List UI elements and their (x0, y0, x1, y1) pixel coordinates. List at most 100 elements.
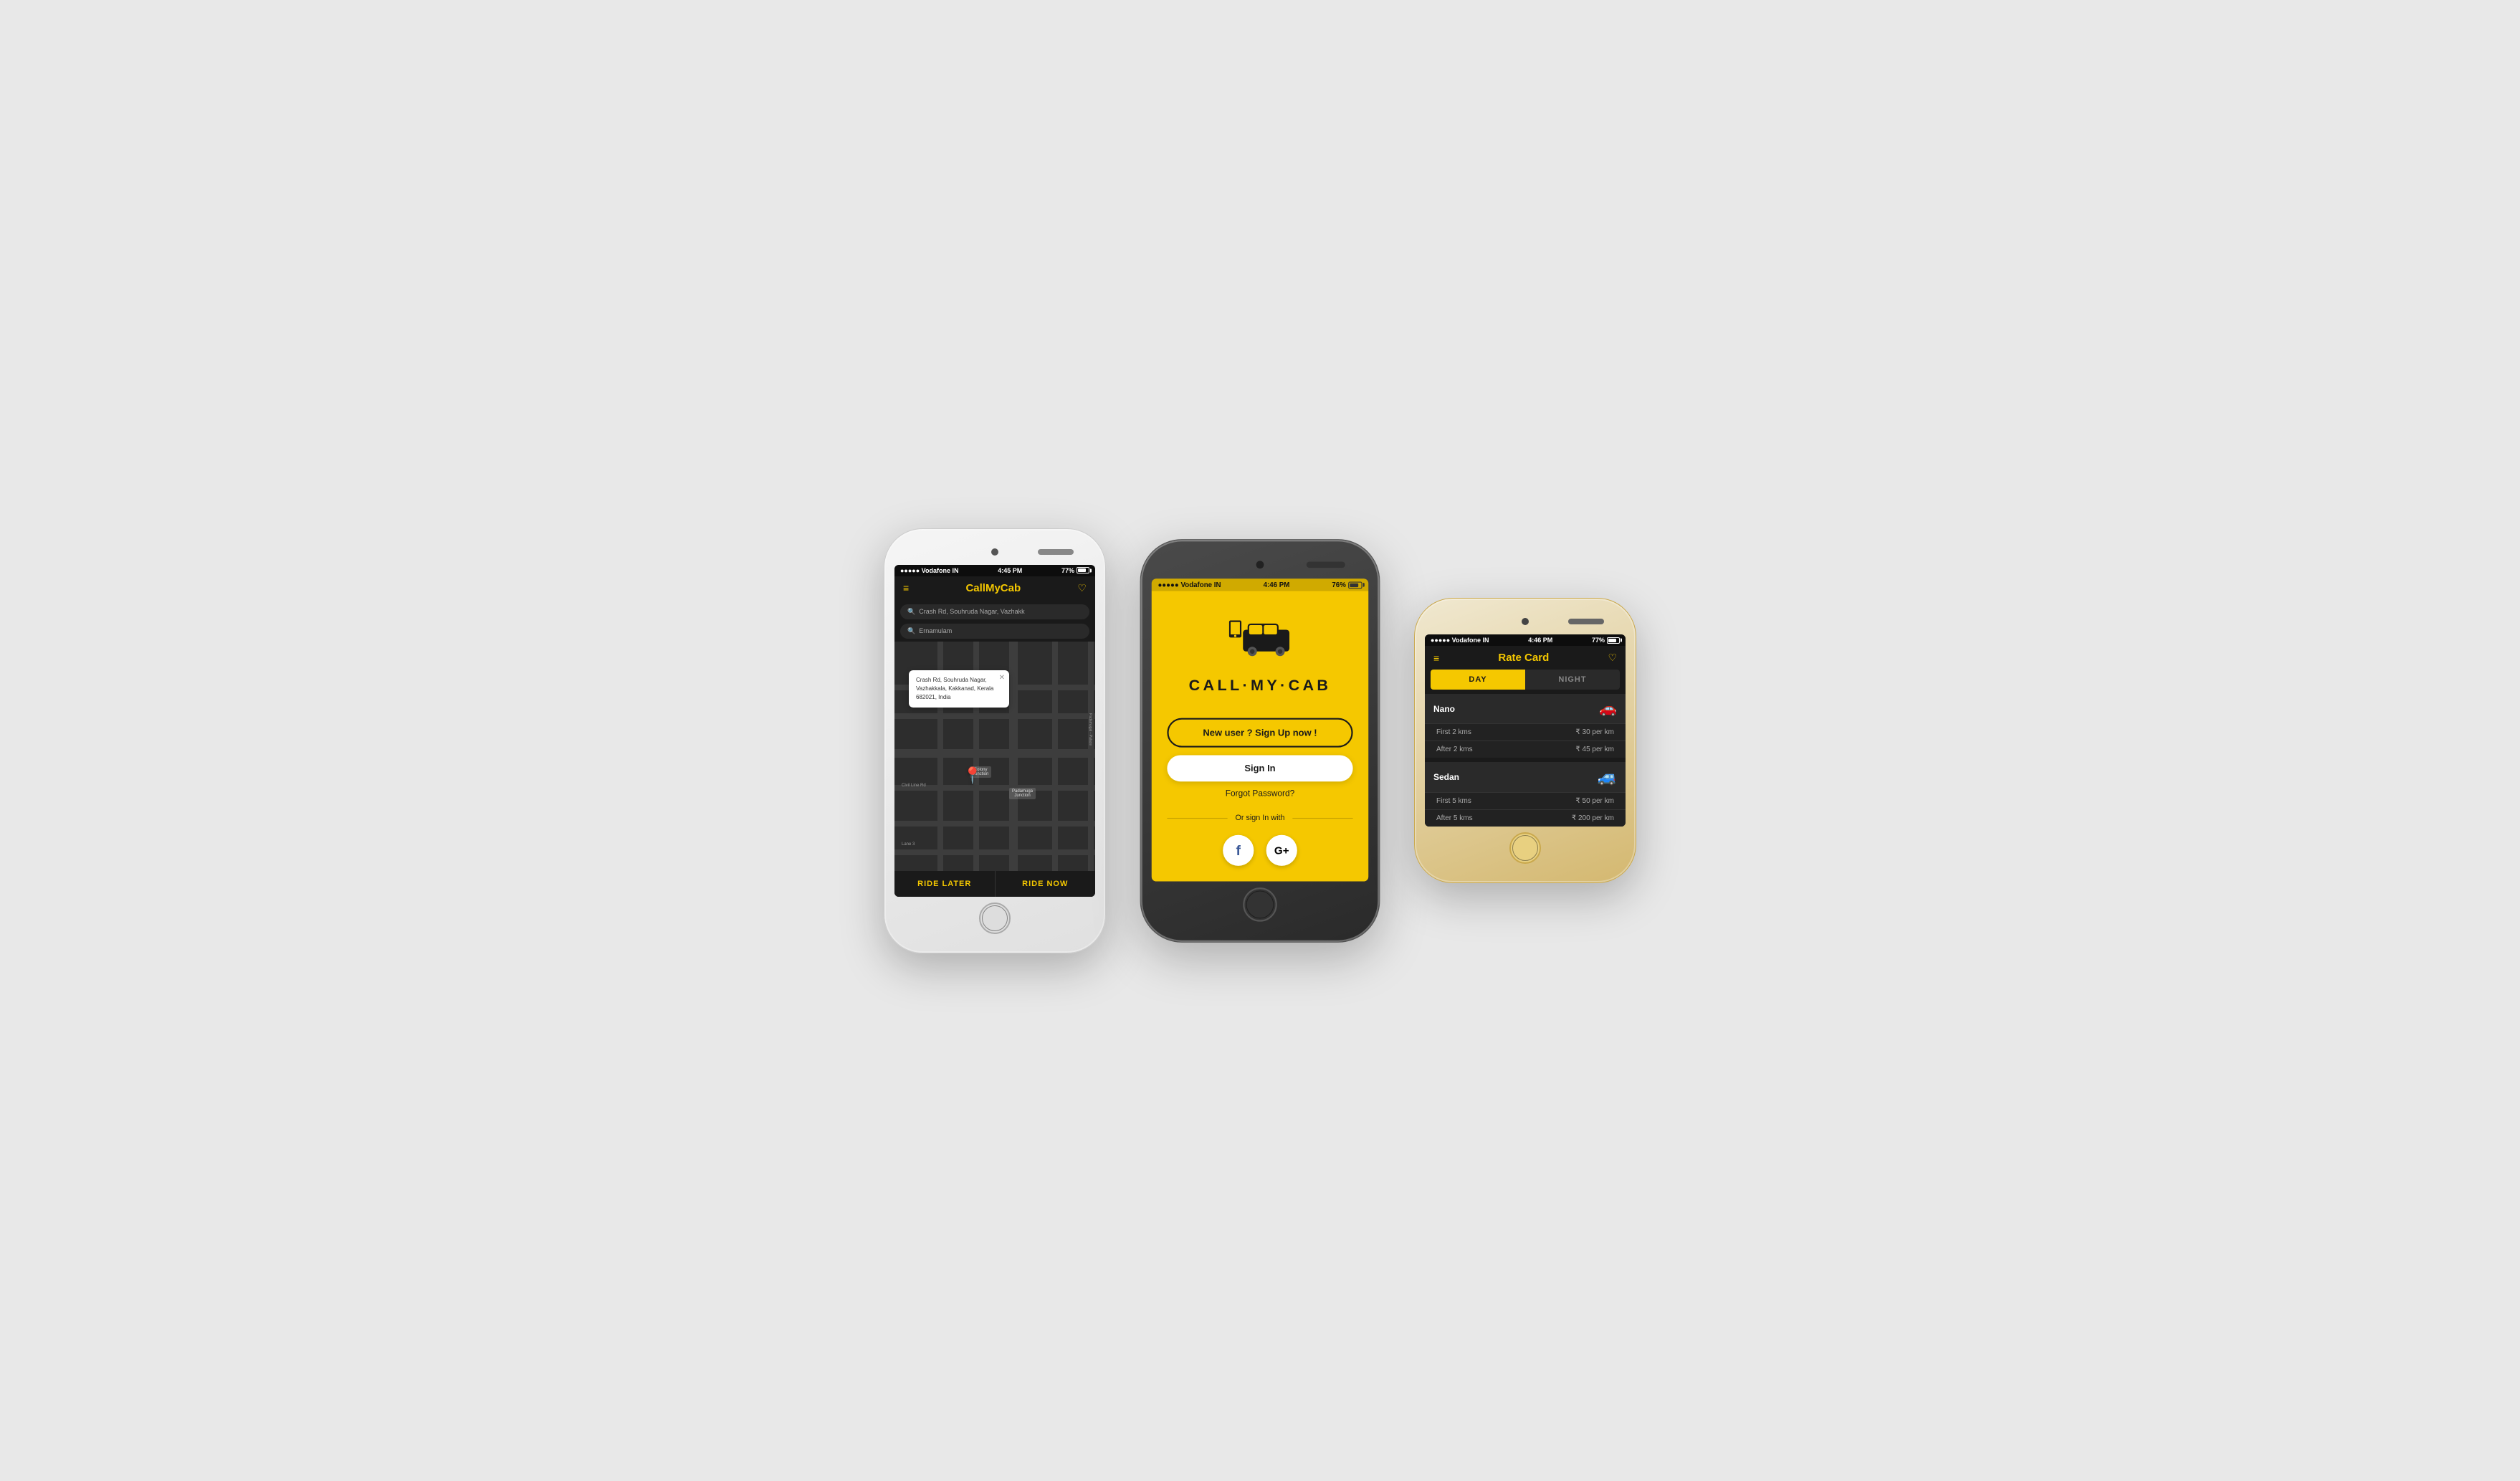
screen-1: ●●●●● Vodafone IN 4:45 PM 77% ≡ CallMyCa… (894, 565, 1095, 897)
carrier-1: ●●●●● Vodafone IN (900, 567, 959, 574)
sedan-section: Sedan 🚙 First 5 kms ₹ 50 per km After 5 … (1425, 762, 1626, 827)
forgot-password-link[interactable]: Forgot Password? (1226, 789, 1294, 799)
phone-1: ●●●●● Vodafone IN 4:45 PM 77% ≡ CallMyCa… (884, 528, 1106, 953)
status-bar-2: ●●●●● Vodafone IN 4:46 PM 76% (1152, 578, 1368, 591)
phone-1-top (894, 542, 1095, 562)
cab-svg-icon (1229, 614, 1291, 660)
phone-2: ●●●●● Vodafone IN 4:46 PM 76% (1140, 539, 1380, 943)
tab-bar: DAY NIGHT (1431, 670, 1620, 690)
phone-3-bottom (1509, 827, 1541, 870)
front-camera-2 (1256, 561, 1264, 568)
p1-bottom-bar: RIDE LATER RIDE NOW (894, 871, 1095, 897)
carrier-2: ●●●●● Vodafone IN (1158, 581, 1221, 589)
google-icon: G+ (1274, 844, 1289, 856)
search-icon-2: 🔍 (907, 627, 915, 635)
battery-fill-1 (1078, 568, 1086, 572)
status-right-2: 76% (1332, 581, 1362, 589)
sedan-name: Sedan (1433, 772, 1459, 782)
heart-icon-1[interactable]: ♡ (1077, 582, 1087, 594)
signup-btn[interactable]: New user ? Sign Up now ! (1167, 718, 1352, 747)
status-right-1: 77% (1061, 567, 1089, 574)
ride-now-btn[interactable]: RIDE NOW (996, 871, 1096, 897)
hamburger-icon-1[interactable]: ≡ (903, 582, 909, 594)
app-logo: CALL·MY·CAB (1189, 614, 1332, 694)
phone-1-bottom (979, 897, 1011, 940)
phone-3-top (1425, 611, 1626, 632)
facebook-icon: f (1236, 842, 1241, 858)
time-1: 4:45 PM (998, 567, 1022, 574)
front-camera-3 (1522, 618, 1529, 625)
battery-icon-2 (1348, 581, 1362, 589)
nano-row2-label: After 2 kms (1436, 746, 1473, 753)
signin-btn[interactable]: Sign In (1167, 755, 1352, 781)
divider-left (1167, 817, 1227, 818)
road-h3 (894, 749, 1095, 758)
divider-row: Or sign In with (1167, 814, 1352, 822)
phone-2-bottom (1243, 881, 1277, 928)
p3-app-title: Rate Card (1498, 652, 1549, 664)
home-button-2[interactable] (1243, 887, 1277, 922)
cab-logo-icon (1229, 614, 1291, 670)
map-popup: ✕ Crash Rd, Souhruda Nagar,Vazhakkala, K… (909, 670, 1009, 708)
nano-row1-label: First 2 kms (1436, 728, 1471, 736)
facebook-login-btn[interactable]: f (1223, 834, 1254, 865)
home-button-3[interactable] (1509, 832, 1541, 864)
sedan-row-2: After 5 kms ₹ 200 per km (1425, 809, 1626, 827)
road-h5 (894, 821, 1095, 827)
search-bar-2[interactable]: 🔍 Ernamulam (900, 624, 1089, 639)
map-pin: 📍 (963, 766, 982, 785)
speaker-2 (1307, 561, 1345, 568)
time-3: 4:46 PM (1528, 637, 1552, 644)
time-2: 4:46 PM (1264, 581, 1290, 589)
search-bar-1[interactable]: 🔍 Crash Rd, Souhruda Nagar, Vazhakk (900, 604, 1089, 619)
speaker-1 (1038, 549, 1074, 555)
nano-row1-value: ₹ 30 per km (1575, 728, 1614, 736)
nano-row2-value: ₹ 45 per km (1575, 746, 1614, 753)
search-value-1: Crash Rd, Souhruda Nagar, Vazhakk (919, 608, 1024, 615)
road-label-lane3: Lane 3 (902, 842, 915, 847)
road-v5 (1088, 642, 1094, 871)
road-h6 (894, 849, 1095, 855)
p1-app-title: CallMyCab (965, 582, 1021, 594)
home-button-1[interactable] (979, 903, 1011, 934)
search-icon-1: 🔍 (907, 608, 915, 616)
tab-day[interactable]: DAY (1431, 670, 1525, 690)
road-label-civil: Civil Line Rd (902, 784, 926, 788)
battery-pct-1: 77% (1061, 567, 1074, 574)
divider-text: Or sign In with (1235, 814, 1284, 822)
sedan-row2-value: ₹ 200 per km (1572, 814, 1614, 822)
sedan-category: Sedan 🚙 (1425, 762, 1626, 792)
status-bar-1: ●●●●● Vodafone IN 4:45 PM 77% (894, 565, 1095, 576)
road-label-padamugal: Padamugal - Palace (1088, 713, 1092, 746)
map-area: Civil Line Rd Lane 3 Padamugal - Palace … (894, 642, 1095, 871)
road-v4 (1052, 642, 1058, 871)
nano-row-1: First 2 kms ₹ 30 per km (1425, 723, 1626, 740)
speaker-3 (1568, 619, 1604, 624)
divider-right (1292, 817, 1352, 818)
battery-fill-3 (1608, 639, 1616, 642)
ride-later-btn[interactable]: RIDE LATER (894, 871, 996, 897)
battery-pct-2: 76% (1332, 581, 1345, 589)
popup-address: Crash Rd, Souhruda Nagar,Vazhakkala, Kak… (916, 676, 1002, 702)
battery-fill-2 (1350, 583, 1358, 586)
search-value-2: Ernamulam (919, 627, 952, 634)
google-login-btn[interactable]: G+ (1266, 834, 1297, 865)
status-bar-3: ●●●●● Vodafone IN 4:46 PM 77% (1425, 634, 1626, 646)
nano-category: Nano 🚗 (1425, 694, 1626, 723)
screen-3: ●●●●● Vodafone IN 4:46 PM 77% ≡ Rate Car… (1425, 634, 1626, 827)
nano-car-icon: 🚗 (1599, 700, 1617, 718)
app-name-text: CALL·MY·CAB (1189, 677, 1332, 695)
sedan-row1-label: First 5 kms (1436, 797, 1471, 805)
sedan-row-1: First 5 kms ₹ 50 per km (1425, 792, 1626, 809)
status-right-3: 77% (1592, 637, 1620, 644)
heart-icon-3[interactable]: ♡ (1608, 652, 1617, 664)
nano-section: Nano 🚗 First 2 kms ₹ 30 per km After 2 k… (1425, 694, 1626, 758)
battery-icon-1 (1077, 567, 1089, 573)
front-camera-1 (991, 548, 998, 556)
popup-close-icon[interactable]: ✕ (999, 673, 1005, 683)
battery-pct-3: 77% (1592, 637, 1605, 644)
social-row: f G+ (1223, 834, 1297, 865)
tab-night[interactable]: NIGHT (1525, 670, 1620, 690)
road-v3 (1009, 642, 1018, 871)
hamburger-icon-3[interactable]: ≡ (1433, 652, 1439, 664)
